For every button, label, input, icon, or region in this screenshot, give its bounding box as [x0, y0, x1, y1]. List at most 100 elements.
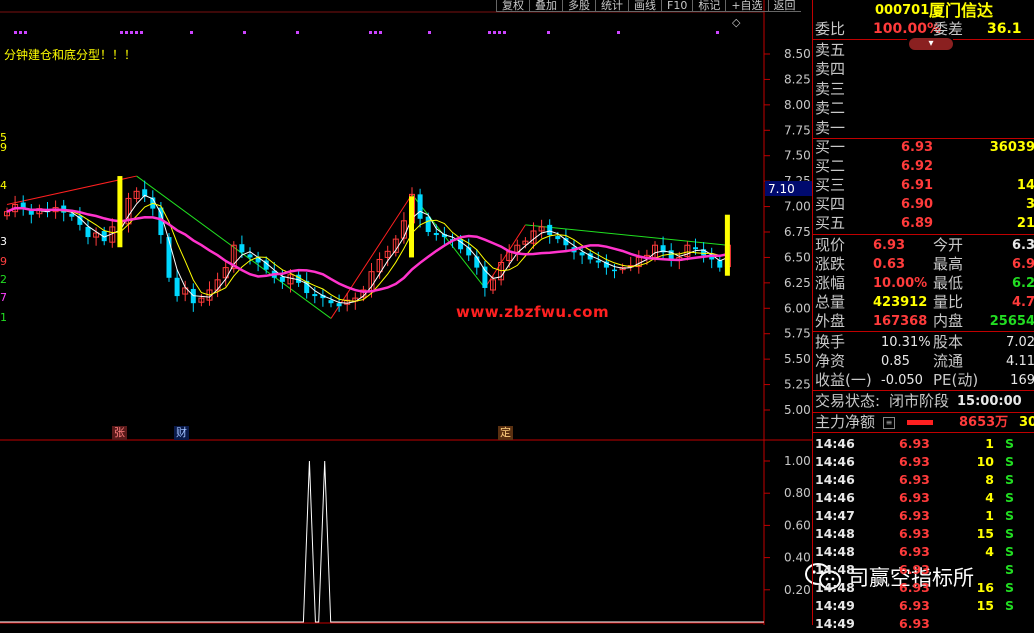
- bid-row[interactable]: 买五 6.89 21: [813, 214, 1034, 233]
- tick-row[interactable]: 14:48 6.93 4 S: [813, 543, 1034, 561]
- candle-body: [247, 254, 253, 258]
- bid-row[interactable]: 买二 6.92: [813, 157, 1034, 176]
- ask-label: 卖五: [815, 41, 846, 59]
- indicator-lines: [0, 460, 764, 623]
- bid-volume: 3: [1025, 197, 1034, 212]
- stat-row[interactable]: 净资 0.85 流通 4.11: [813, 352, 1034, 371]
- tick-time: 14:48: [815, 562, 855, 577]
- add-watchlist-button[interactable]: +自选: [725, 0, 768, 12]
- price-tick-label: 8.00: [784, 98, 811, 112]
- ask-row[interactable]: 卖二: [813, 99, 1034, 118]
- price-tick-label: 5.75: [784, 327, 811, 341]
- tick-row[interactable]: 14:49 6.93: [813, 615, 1034, 633]
- stat-row[interactable]: 收益(一) -0.050 PE(动) 169: [813, 371, 1034, 390]
- status-label: 交易状态:: [815, 392, 881, 410]
- candle-body: [239, 244, 245, 253]
- tick-row[interactable]: 14:46 6.93 4 S: [813, 489, 1034, 507]
- tick-price: 6.93: [899, 580, 930, 595]
- candle-body: [612, 269, 617, 272]
- ask-row[interactable]: 卖四: [813, 60, 1034, 79]
- signal-dot: [296, 31, 299, 34]
- stat-row[interactable]: 涨幅 10.00% 最低 6.2: [813, 274, 1034, 293]
- indicator-tick-label: 1.00: [784, 454, 811, 468]
- tick-row[interactable]: 14:46 6.93 8 S: [813, 471, 1034, 489]
- price-tick-label: 8.25: [784, 72, 811, 86]
- ask-row[interactable]: 卖五: [813, 41, 1034, 60]
- diamond-icon[interactable]: ◇: [732, 16, 741, 29]
- signal-dot: [503, 31, 506, 34]
- ask-row[interactable]: 卖一: [813, 119, 1034, 138]
- signal-dot: [498, 31, 501, 34]
- tick-volume: 4: [985, 490, 994, 505]
- price-tick-label: 5.50: [784, 352, 811, 366]
- tick-side: S: [1005, 598, 1015, 613]
- price-tag-label: 7.10: [768, 182, 795, 196]
- bid-row[interactable]: 买一 6.93 36039: [813, 138, 1034, 157]
- stat-row[interactable]: 换手 10.31% 股本 7.02: [813, 333, 1034, 352]
- ask-row[interactable]: 卖三: [813, 80, 1034, 99]
- signal-bar: [409, 196, 414, 258]
- stat-value: 6.2: [1011, 276, 1034, 291]
- bid-price: 6.89: [901, 216, 934, 231]
- tick-row[interactable]: 14:46 6.93 1 S: [813, 435, 1034, 453]
- signal-dot: [374, 31, 377, 34]
- stat-row[interactable]: 现价 6.93 今开 6.3: [813, 236, 1034, 255]
- details-icon[interactable]: ≡: [883, 417, 895, 429]
- f10-button[interactable]: F10: [661, 0, 693, 12]
- price-tick-label: 5.00: [784, 403, 811, 417]
- mark-button[interactable]: 标记: [692, 0, 726, 12]
- stat-row[interactable]: 涨跌 0.63 最高 6.9: [813, 255, 1034, 274]
- weibi-value: 100.00%: [873, 21, 942, 37]
- weicha-value: 36.1: [987, 21, 1022, 37]
- tick-side: S: [1005, 580, 1015, 595]
- stat-value: 167368: [873, 314, 928, 329]
- back-button[interactable]: 返回: [767, 0, 801, 12]
- restore-rights-button[interactable]: 复权: [496, 0, 529, 12]
- tick-row[interactable]: 14:48 6.93 15 S: [813, 525, 1034, 543]
- stat-label: 最低: [933, 274, 964, 292]
- tick-price: 6.93: [899, 562, 930, 577]
- signal-dot: [24, 31, 27, 34]
- ask-label: 卖二: [815, 99, 846, 118]
- stat-value: 6.9: [1011, 257, 1034, 272]
- event-marker-ding[interactable]: 定: [498, 426, 513, 440]
- candle-body: [166, 237, 172, 278]
- stat-label: 外盘: [815, 312, 846, 330]
- signal-dot: [488, 31, 491, 34]
- tick-price: 6.93: [899, 490, 930, 505]
- bid-row[interactable]: 买四 6.90 3: [813, 195, 1034, 214]
- stat-row[interactable]: 总量 423912 量比 4.7: [813, 293, 1034, 312]
- kline-chart[interactable]: 8.508.258.007.757.507.257.006.756.506.25…: [0, 0, 812, 625]
- tick-time: 14:49: [815, 598, 855, 613]
- event-marker-cai[interactable]: 财: [174, 426, 189, 440]
- main-force-extra: 30: [1019, 415, 1034, 430]
- statistics-button[interactable]: 统计: [595, 0, 628, 12]
- price-tick-label: 6.25: [784, 276, 811, 290]
- draw-line-button[interactable]: 画线: [628, 0, 661, 12]
- tick-volume: 8: [985, 472, 994, 487]
- bid-label: 买一: [815, 138, 846, 156]
- stat-label: 今开: [933, 236, 964, 254]
- multi-stock-button[interactable]: 多股: [562, 0, 595, 12]
- tick-price: 6.93: [899, 616, 930, 631]
- bid-row[interactable]: 买三 6.91 14: [813, 176, 1034, 195]
- tick-row[interactable]: 14:48 6.93 16 S: [813, 579, 1034, 597]
- stat-value: -0.050: [881, 373, 923, 388]
- tick-row[interactable]: 14:47 6.93 1 S: [813, 507, 1034, 525]
- overlay-button[interactable]: 叠加: [529, 0, 562, 12]
- candle-body: [547, 224, 553, 236]
- stat-value: 423912: [873, 295, 928, 310]
- signal-dot: [190, 31, 193, 34]
- main-force-bar: [907, 420, 933, 425]
- tick-row[interactable]: 14:48 6.93 S: [813, 561, 1034, 579]
- signal-dot: [135, 31, 138, 34]
- event-marker-zhang[interactable]: 张: [112, 426, 127, 440]
- tick-side: S: [1005, 490, 1015, 505]
- tick-volume: 1: [985, 436, 994, 451]
- stat-row[interactable]: 外盘 167368 内盘 25654: [813, 312, 1034, 331]
- tick-row[interactable]: 14:49 6.93 15 S: [813, 597, 1034, 615]
- bid-price: 6.90: [901, 197, 934, 212]
- tick-row[interactable]: 14:46 6.93 10 S: [813, 453, 1034, 471]
- candle-body: [693, 247, 698, 250]
- tick-price: 6.93: [899, 436, 930, 451]
